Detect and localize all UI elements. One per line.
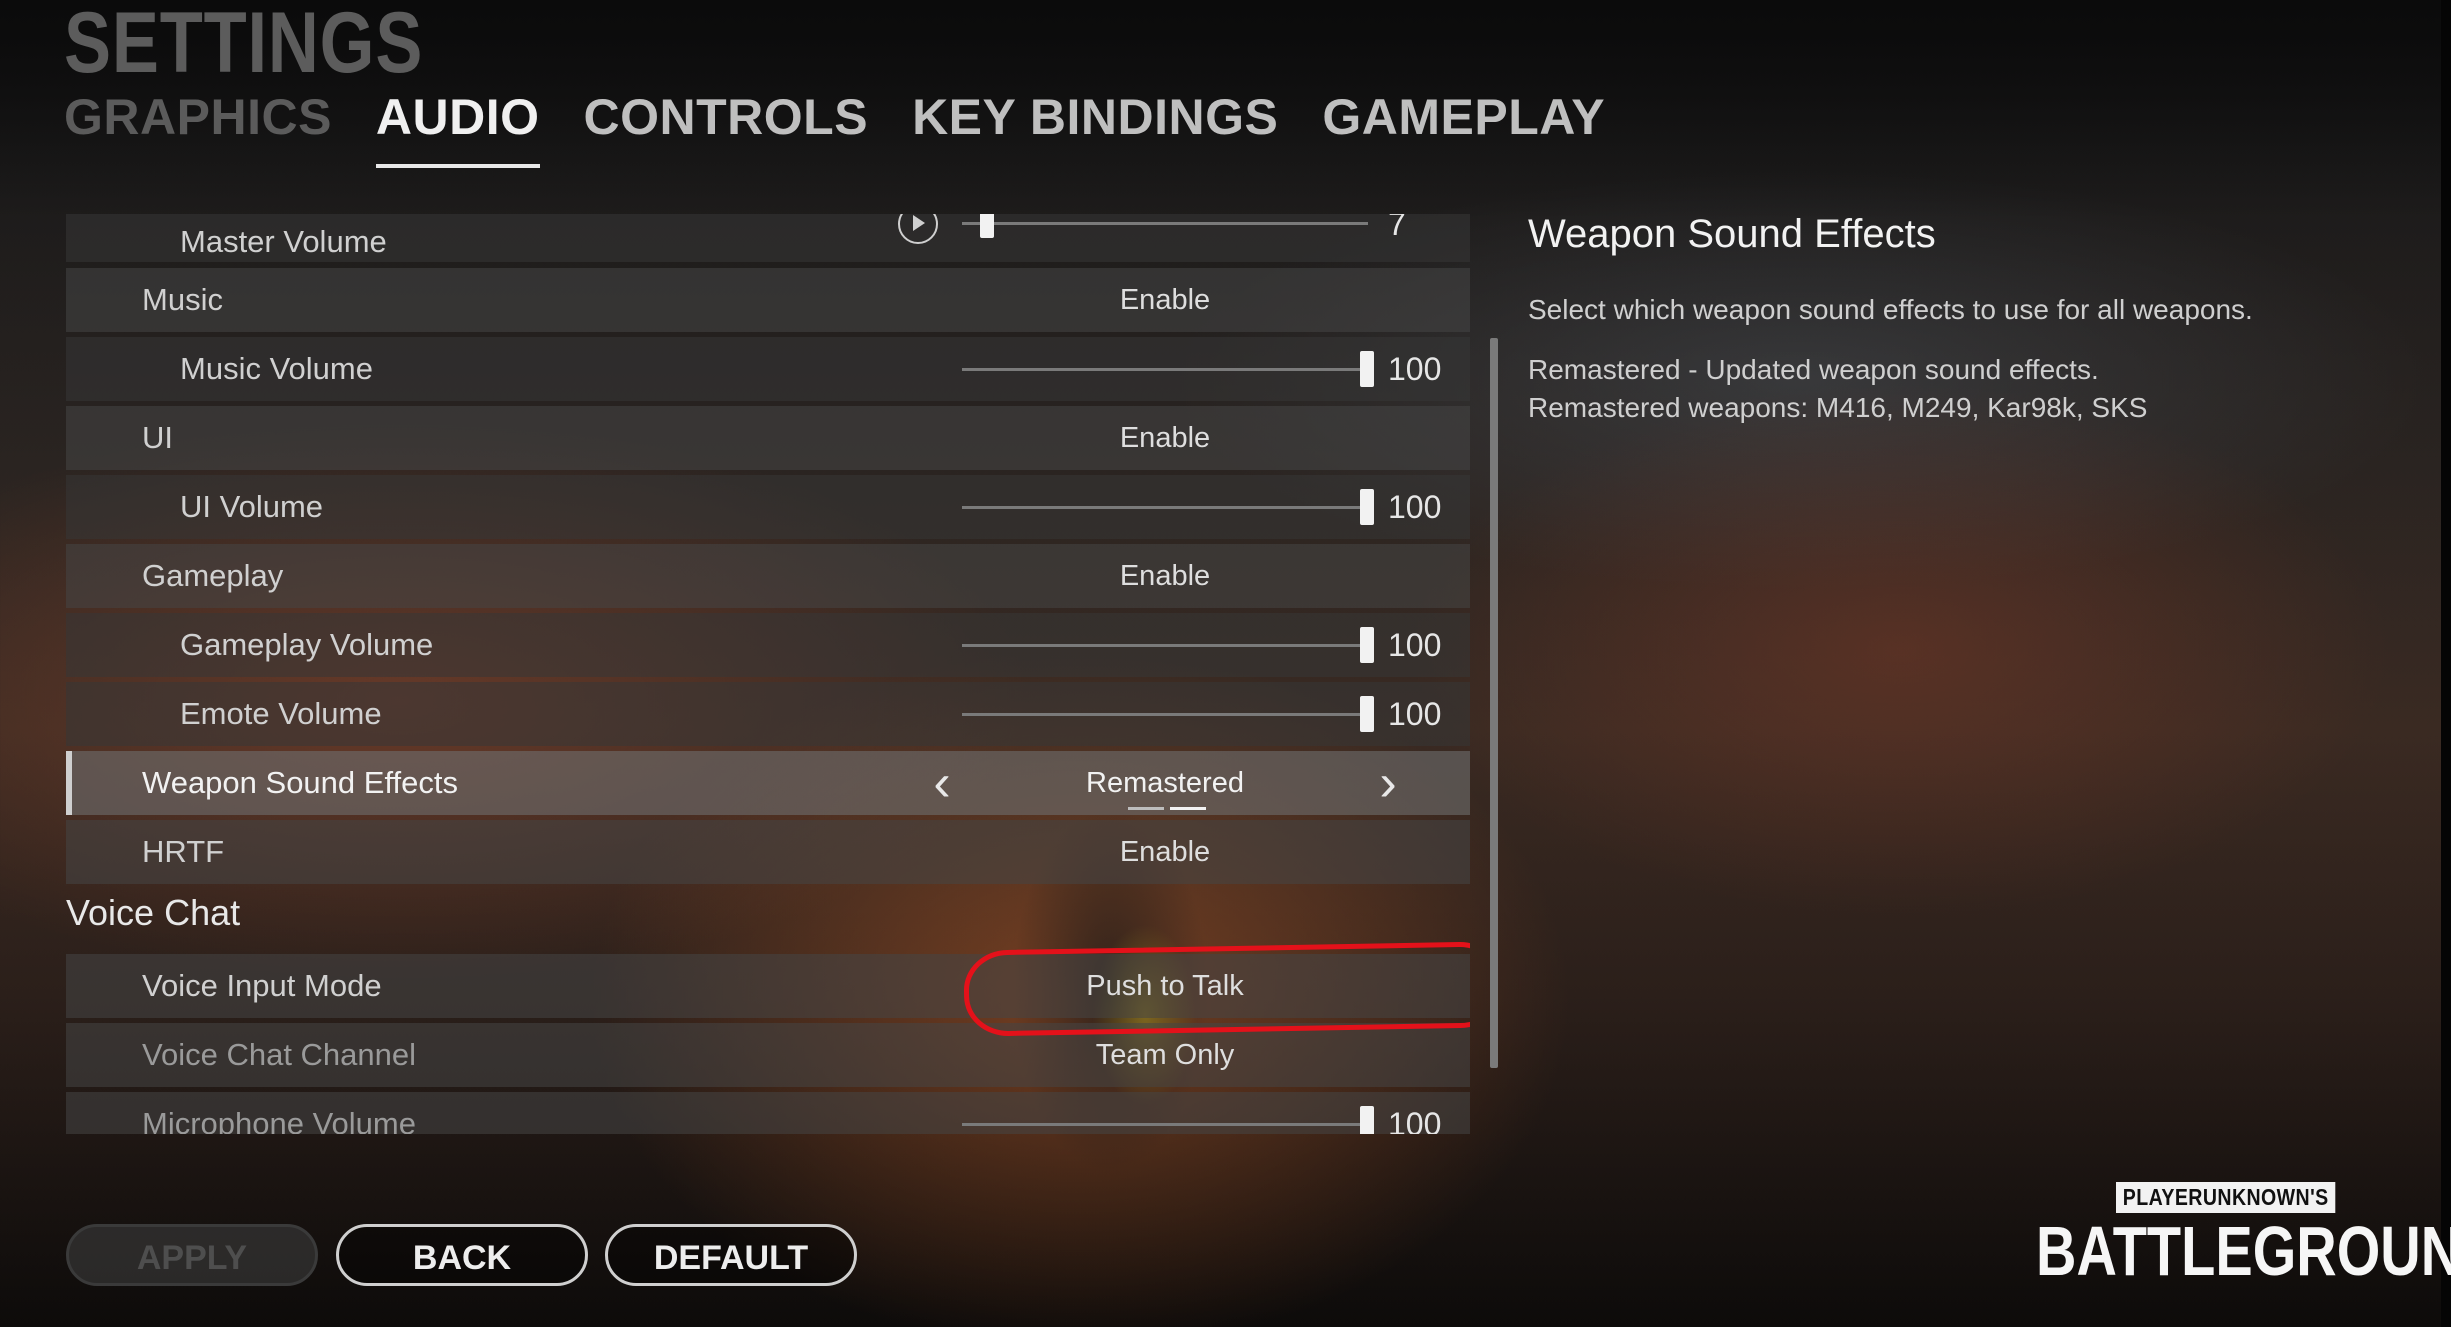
tab-graphics[interactable]: GRAPHICS xyxy=(64,88,332,158)
microphone-volume-slider-thumb[interactable] xyxy=(1360,1106,1374,1134)
music-value[interactable]: Enable xyxy=(962,268,1368,332)
voice-input-mode-label: Voice Input Mode xyxy=(142,968,382,1003)
master-volume-label: Master Volume xyxy=(180,224,387,259)
right-edge xyxy=(2441,0,2451,1327)
setting-row-microphone-volume[interactable]: Microphone Volume 100 xyxy=(66,1092,1470,1134)
audio-settings-list: Master Volume 7 Music Enable Music Volum… xyxy=(66,214,1470,1134)
ui-volume-label: UI Volume xyxy=(180,489,324,524)
setting-row-weapon-sound-effects[interactable]: Weapon Sound Effects ‹ Remastered › xyxy=(66,751,1470,815)
tab-gameplay[interactable]: GAMEPLAY xyxy=(1322,88,1605,158)
logo-top-text: PLAYERUNKNOWN'S xyxy=(2116,1182,2336,1213)
music-volume-value: 100 xyxy=(1388,351,1442,387)
setting-row-emote-volume[interactable]: Emote Volume 100 xyxy=(66,682,1470,746)
gameplay-volume-value: 100 xyxy=(1388,627,1442,663)
ui-value[interactable]: Enable xyxy=(962,406,1368,470)
help-panel: Weapon Sound Effects Select which weapon… xyxy=(1528,212,2408,427)
gameplay-value[interactable]: Enable xyxy=(962,544,1368,608)
gameplay-volume-label: Gameplay Volume xyxy=(180,627,434,662)
help-description: Select which weapon sound effects to use… xyxy=(1528,294,2253,325)
setting-row-master-volume[interactable]: Master Volume 7 xyxy=(66,214,1470,262)
help-detail-1: Remastered - Updated weapon sound effect… xyxy=(1528,354,2099,385)
chevron-left-icon[interactable]: ‹ xyxy=(922,755,962,811)
microphone-volume-label: Microphone Volume xyxy=(142,1106,416,1134)
ui-volume-value: 100 xyxy=(1388,489,1442,525)
setting-row-music-volume[interactable]: Music Volume 100 xyxy=(66,337,1470,401)
game-logo: PLAYERUNKNOWN'S BATTLEGROUNDS® xyxy=(2036,1182,2451,1290)
tab-audio[interactable]: AUDIO xyxy=(375,88,540,168)
master-volume-slider-thumb[interactable] xyxy=(980,214,994,238)
emote-volume-value: 100 xyxy=(1388,696,1442,732)
option-indicator-active xyxy=(1170,807,1206,810)
emote-volume-slider-thumb[interactable] xyxy=(1360,696,1374,732)
microphone-volume-slider[interactable] xyxy=(962,1106,1374,1134)
weapon-sound-effects-label: Weapon Sound Effects xyxy=(142,765,458,800)
settings-tabs: GRAPHICS AUDIO CONTROLS KEY BINDINGS GAM… xyxy=(64,88,1649,168)
play-preview-icon[interactable] xyxy=(898,214,938,244)
emote-volume-slider[interactable] xyxy=(962,696,1374,732)
settings-scrollbar[interactable] xyxy=(1490,338,1498,1068)
ui-label: UI xyxy=(142,420,173,455)
voice-chat-section-title: Voice Chat xyxy=(66,892,241,933)
help-title: Weapon Sound Effects xyxy=(1528,212,1936,256)
tab-key-bindings[interactable]: KEY BINDINGS xyxy=(912,88,1278,158)
gameplay-volume-slider-thumb[interactable] xyxy=(1360,627,1374,663)
ui-volume-slider-thumb[interactable] xyxy=(1360,489,1374,525)
gameplay-volume-slider[interactable] xyxy=(962,627,1374,663)
logo-main-text: BATTLEGROUNDS® xyxy=(2036,1212,2451,1290)
hrtf-value[interactable]: Enable xyxy=(962,820,1368,884)
help-detail-2: Remastered weapons: M416, M249, Kar98k, … xyxy=(1528,392,2148,423)
microphone-volume-value: 100 xyxy=(1388,1106,1442,1134)
hrtf-label: HRTF xyxy=(142,834,225,869)
setting-row-ui[interactable]: UI Enable xyxy=(66,406,1470,470)
music-label: Music xyxy=(142,282,223,317)
setting-row-gameplay-volume[interactable]: Gameplay Volume 100 xyxy=(66,613,1470,677)
highlight-annotation-ring xyxy=(963,941,1470,1037)
master-volume-value: 7 xyxy=(1388,214,1406,242)
setting-row-gameplay[interactable]: Gameplay Enable xyxy=(66,544,1470,608)
setting-row-voice-chat-channel[interactable]: Voice Chat Channel Team Only xyxy=(66,1023,1470,1087)
ui-volume-slider[interactable] xyxy=(962,489,1374,525)
setting-row-hrtf[interactable]: HRTF Enable xyxy=(66,820,1470,884)
apply-button[interactable]: APPLY xyxy=(66,1224,318,1286)
setting-row-ui-volume[interactable]: UI Volume 100 xyxy=(66,475,1470,539)
page-title: SETTINGS xyxy=(64,0,424,91)
setting-row-music[interactable]: Music Enable xyxy=(66,268,1470,332)
master-volume-slider[interactable] xyxy=(962,214,1368,238)
weapon-sound-effects-value: Remastered xyxy=(1086,767,1244,799)
gameplay-label: Gameplay xyxy=(142,558,284,593)
back-button[interactable]: BACK xyxy=(336,1224,588,1286)
music-volume-slider-thumb[interactable] xyxy=(1360,351,1374,387)
voice-chat-channel-label: Voice Chat Channel xyxy=(142,1037,417,1072)
option-indicator-inactive xyxy=(1128,807,1164,810)
music-volume-label: Music Volume xyxy=(180,351,373,386)
music-volume-slider[interactable] xyxy=(962,351,1374,387)
default-button[interactable]: DEFAULT xyxy=(605,1224,857,1286)
chevron-right-icon[interactable]: › xyxy=(1368,755,1408,811)
emote-volume-label: Emote Volume xyxy=(180,696,382,731)
tab-controls[interactable]: CONTROLS xyxy=(584,88,869,158)
